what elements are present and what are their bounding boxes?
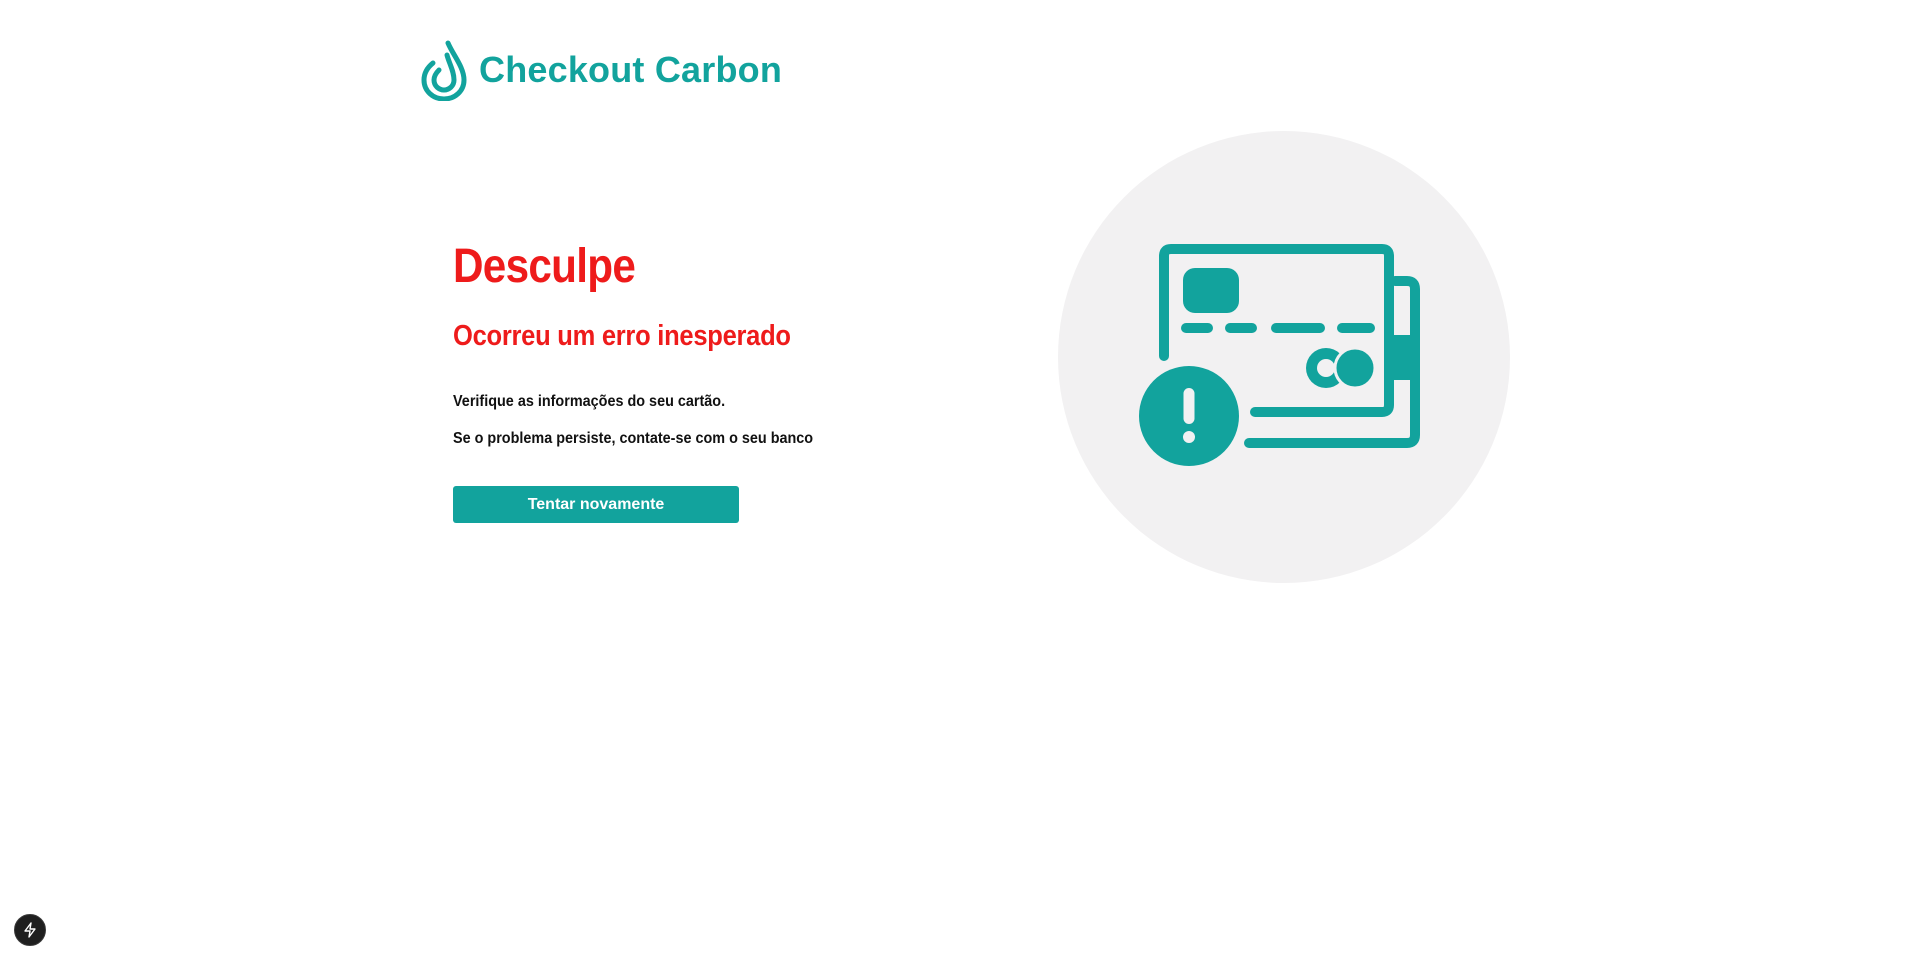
- droplet-logo-icon: [421, 40, 467, 101]
- error-illustration: [1058, 131, 1510, 583]
- error-panel: Desculpe Ocorreu um erro inesperado Veri…: [453, 238, 873, 523]
- retry-button[interactable]: Tentar novamente: [453, 486, 739, 523]
- error-message-card: Verifique as informações do seu cartão.: [453, 393, 726, 410]
- brand-name: Checkout Carbon: [479, 49, 783, 90]
- lightning-bolt-icon: [24, 922, 36, 938]
- credit-card-error-icon: [1139, 244, 1420, 466]
- devtools-toggle-button[interactable]: [14, 914, 46, 946]
- error-subtitle: Ocorreu um erro inesperado: [453, 320, 791, 352]
- error-message-bank: Se o problema persiste, contate-se com o…: [453, 430, 814, 447]
- error-page: Checkout Carbon Desculpe Ocorreu um erro…: [0, 0, 1918, 958]
- error-title: Desculpe: [453, 240, 636, 293]
- brand-header: Checkout Carbon: [421, 39, 782, 101]
